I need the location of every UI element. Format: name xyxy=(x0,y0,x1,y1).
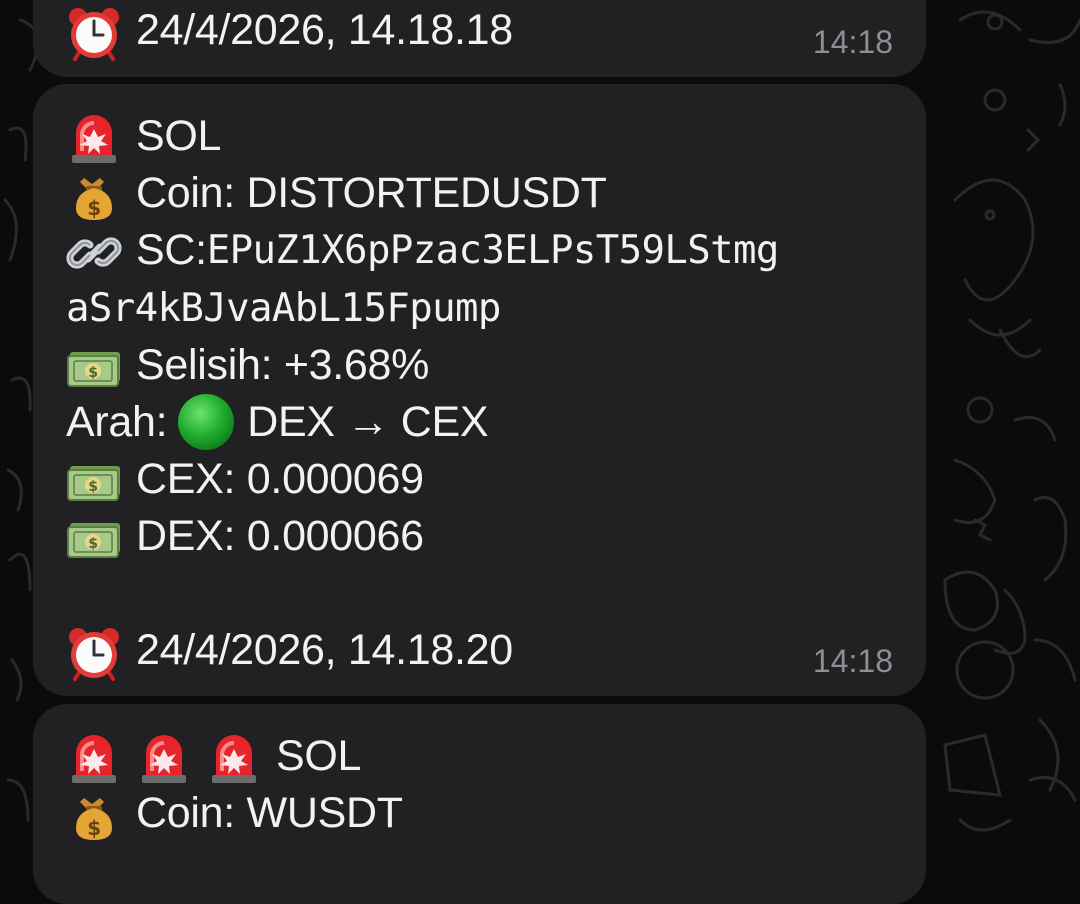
green-circle-icon xyxy=(177,393,235,451)
timestamp-line: 24/4/2026, 14.18.18 xyxy=(66,4,513,61)
link-icon xyxy=(66,225,122,275)
arah-line: Arah: DEX → CEX xyxy=(66,393,489,451)
selisih-line: $ Selisih: +3.68% xyxy=(66,339,429,391)
money-bag-icon: $ xyxy=(66,788,122,840)
svg-text:$: $ xyxy=(87,816,101,840)
coin-line: $ Coin: WUSDT xyxy=(66,787,403,840)
alarm-clock-icon xyxy=(66,625,122,681)
dex-line: $ DEX: 0.000066 xyxy=(66,510,424,562)
contract-label: SC: xyxy=(136,225,207,274)
police-siren-icon xyxy=(66,111,122,163)
timestamp-text: 24/4/2026, 14.18.20 xyxy=(136,625,513,674)
coin-line: $ Coin: DISTORTEDUSDT xyxy=(66,167,607,220)
svg-text:$: $ xyxy=(87,196,101,220)
dex-text: DEX: 0.000066 xyxy=(136,511,424,560)
alert-title: SOL xyxy=(276,731,362,780)
svg-text:$: $ xyxy=(88,365,97,381)
dollar-banknote-icon: $ xyxy=(66,511,122,561)
dollar-banknote-icon: $ xyxy=(66,340,122,390)
cex-line: $ CEX: 0.000069 xyxy=(66,453,424,505)
contract-line: SC: EPuZ1X6pPzac3ELPsT59LStmg xyxy=(66,224,779,276)
arah-label: Arah: xyxy=(66,397,168,446)
dollar-banknote-icon: $ xyxy=(66,454,122,504)
message-time: 14:18 xyxy=(812,24,893,60)
message-time: 14:18 xyxy=(812,643,893,679)
police-siren-icon xyxy=(66,731,122,783)
police-siren-icon xyxy=(136,731,192,783)
svg-text:$: $ xyxy=(88,536,97,552)
coin-text: Coin: DISTORTEDUSDT xyxy=(136,168,607,217)
contract-address-part2[interactable]: aSr4kBJvaAbL15Fpump xyxy=(66,282,501,334)
arah-direction: DEX → CEX xyxy=(247,397,489,446)
cex-text: CEX: 0.000069 xyxy=(136,454,424,503)
selisih-text: Selisih: +3.68% xyxy=(136,340,430,389)
contract-address-part1[interactable]: EPuZ1X6pPzac3ELPsT59LStmg xyxy=(207,228,780,273)
timestamp-text: 24/4/2026, 14.18.18 xyxy=(136,5,513,54)
svg-text:$: $ xyxy=(88,479,97,495)
timestamp-line: 24/4/2026, 14.18.20 xyxy=(66,624,513,681)
alert-title-line: SOL xyxy=(66,110,222,163)
alert-title: SOL xyxy=(136,111,222,160)
money-bag-icon: $ xyxy=(66,168,122,220)
alert-title-line: SOL xyxy=(66,730,362,783)
coin-text: Coin: WUSDT xyxy=(136,788,403,837)
police-siren-icon xyxy=(206,731,262,783)
alarm-clock-icon xyxy=(66,5,122,61)
